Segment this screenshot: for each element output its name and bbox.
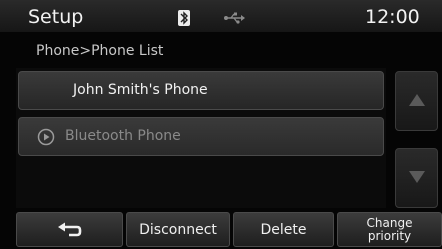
change-priority-label-line1: Change xyxy=(366,215,413,230)
back-arrow-icon xyxy=(57,222,81,236)
bluetooth-icon xyxy=(178,10,190,26)
list-item-label: Bluetooth Phone xyxy=(65,128,181,144)
back-button[interactable] xyxy=(16,212,123,247)
scroll-up-button[interactable] xyxy=(395,71,438,131)
disconnect-button[interactable]: Disconnect xyxy=(126,212,230,247)
setup-screen: Setup 12:00 Phone>Phone List John Smith'… xyxy=(0,0,442,249)
clock: 12:00 xyxy=(365,6,420,28)
usb-icon xyxy=(224,10,246,29)
play-circle-icon xyxy=(37,128,55,150)
list-item-bluetooth-phone[interactable]: Bluetooth Phone xyxy=(18,117,384,156)
scroll-down-button[interactable] xyxy=(395,148,438,208)
breadcrumb: Phone>Phone List xyxy=(36,43,164,59)
triangle-up-icon xyxy=(409,94,425,106)
delete-button[interactable]: Delete xyxy=(233,212,334,247)
list-item-label: John Smith's Phone xyxy=(73,82,208,98)
page-title: Setup xyxy=(28,6,84,28)
list-item-john-smiths-phone[interactable]: John Smith's Phone xyxy=(18,71,384,110)
status-bar: Setup 12:00 xyxy=(0,0,442,32)
change-priority-label-line2: priority xyxy=(367,228,412,243)
change-priority-button[interactable]: Change priority xyxy=(337,212,442,247)
triangle-down-icon xyxy=(409,171,425,183)
